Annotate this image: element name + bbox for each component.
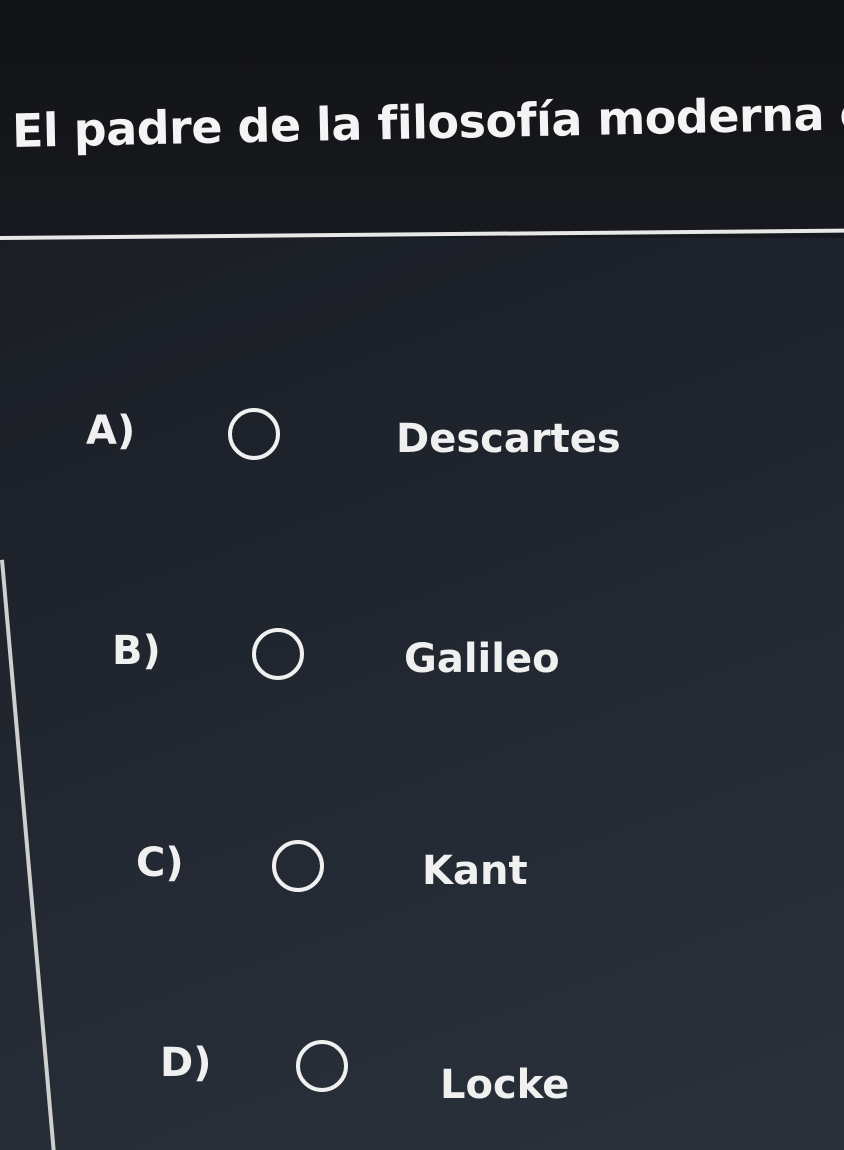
option-label: Kant <box>422 848 528 894</box>
option-a[interactable]: A) Descartes <box>86 408 686 468</box>
option-label: Galileo <box>404 636 560 682</box>
option-label: Locke <box>440 1062 570 1108</box>
option-radio-c[interactable] <box>272 840 324 892</box>
quiz-screen: El padre de la filosofía moderna es: A) … <box>0 0 844 1150</box>
option-c[interactable]: C) Kant <box>136 840 736 900</box>
panel-left-edge <box>0 559 59 1150</box>
option-radio-d[interactable] <box>296 1040 348 1092</box>
option-b[interactable]: B) Galileo <box>112 628 712 688</box>
option-radio-b[interactable] <box>252 628 304 680</box>
option-label: Descartes <box>396 416 621 462</box>
option-radio-a[interactable] <box>228 408 280 460</box>
question-text: El padre de la filosofía moderna es: <box>11 85 844 158</box>
option-d[interactable]: D) Locke <box>160 1040 760 1108</box>
option-letter: C) <box>136 840 184 886</box>
option-letter: B) <box>112 628 161 674</box>
option-letter: D) <box>160 1040 212 1086</box>
option-letter: A) <box>86 408 136 454</box>
question-header: El padre de la filosofía moderna es: <box>0 0 844 238</box>
